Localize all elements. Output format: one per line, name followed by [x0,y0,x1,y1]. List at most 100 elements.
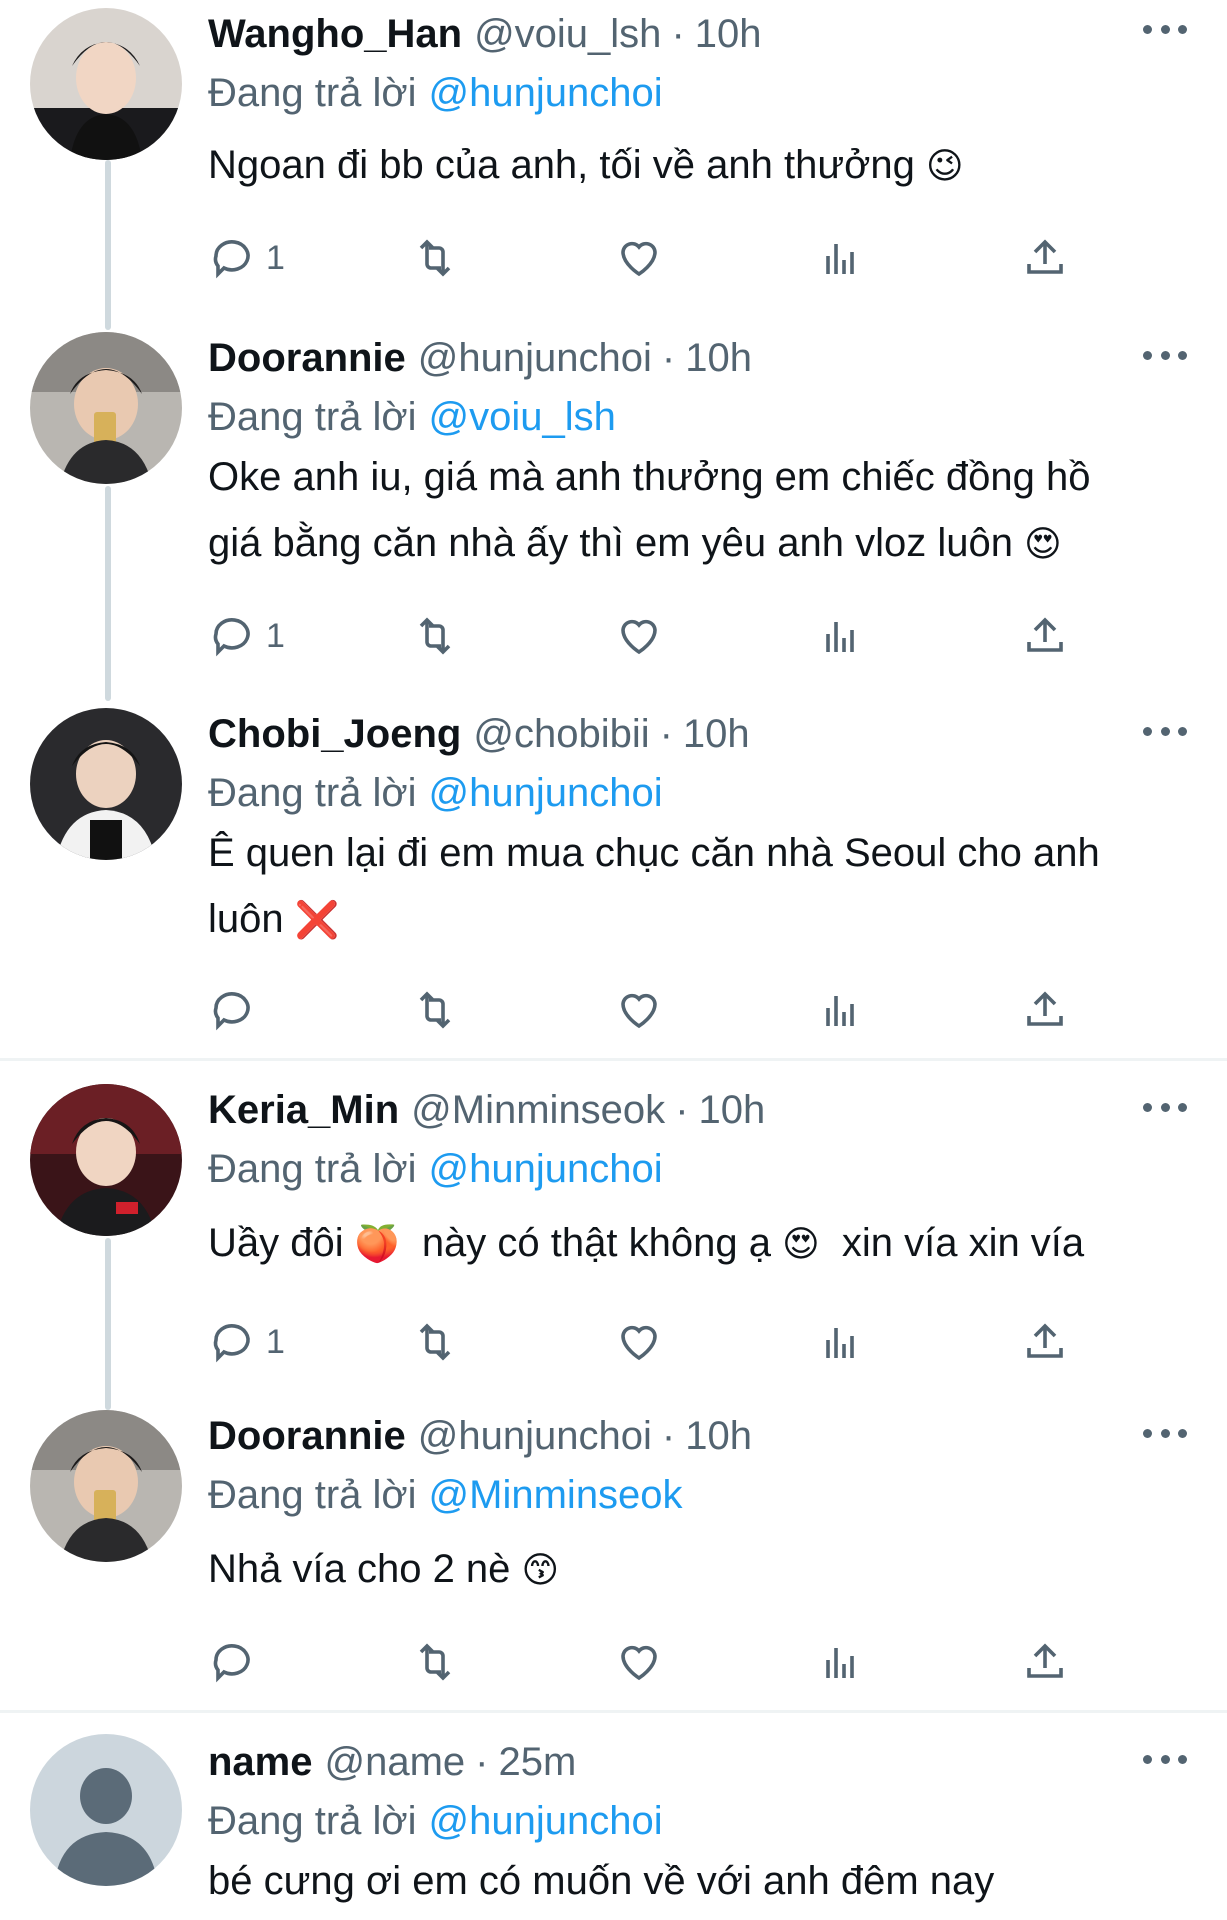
user-handle[interactable]: @hunjunchoi [418,1414,652,1459]
display-name[interactable]: Keria_Min [208,1088,399,1133]
more-icon[interactable] [1143,1418,1187,1448]
tweet[interactable]: Wangho_Han @voiu_lsh · 10h Đang trả lời @… [0,0,1227,330]
tweet-text-body: luôn [208,897,284,941]
thread-line [105,160,111,330]
reply-context: Đang trả lời @hunjunchoi [208,1142,1187,1196]
avatar[interactable] [30,1084,182,1236]
mention-link[interactable]: @hunjunchoi [429,71,663,115]
display-name[interactable]: Doorannie [208,336,406,381]
avatar[interactable] [30,1410,182,1562]
more-icon[interactable] [1143,716,1187,746]
avatar[interactable] [30,332,182,484]
share-button[interactable] [1021,228,1069,288]
retweet-button[interactable] [411,1632,459,1692]
timestamp[interactable]: 10h [683,712,750,757]
display-name[interactable]: Wangho_Han [208,12,462,57]
reply-button[interactable] [208,1632,266,1692]
retweet-icon [419,1323,451,1361]
reply-label: Đang trả lời [208,71,417,115]
user-handle[interactable]: @name [325,1740,466,1785]
share-button[interactable] [1021,980,1069,1040]
display-name[interactable]: Doorannie [208,1414,406,1459]
more-icon[interactable] [1143,1744,1187,1774]
mention-link[interactable]: @hunjunchoi [429,771,663,815]
share-button[interactable] [1021,606,1069,666]
share-button[interactable] [1021,1632,1069,1692]
mention-link[interactable]: @hunjunchoi [429,1799,663,1843]
views-button[interactable] [818,980,866,1040]
views-button[interactable] [818,1632,866,1692]
tweet-text-body: này có thật không ạ [421,1221,771,1265]
share-button[interactable] [1021,1312,1069,1372]
tweet[interactable]: Doorannie @hunjunchoi · 10h Đang trả lời… [0,1404,1227,1710]
reply-context: Đang trả lời @hunjunchoi [208,1794,1187,1848]
reply-label: Đang trả lời [208,395,417,439]
retweet-button[interactable] [411,228,459,288]
tweet-text-body: Uầy đôi [208,1221,344,1265]
tweet-text-line: Oke anh iu, giá mà anh thưởng em chiếc đ… [208,455,1091,499]
mention-link[interactable]: @voiu_lsh [429,395,616,439]
user-handle[interactable]: @Minminseok [411,1088,665,1133]
reply-button[interactable] [208,980,266,1040]
mention-link[interactable]: @Minminseok [429,1473,683,1517]
views-icon [826,1328,854,1358]
user-handle[interactable]: @voiu_lsh [474,12,661,57]
timestamp[interactable]: 10h [685,1414,752,1459]
tweet[interactable]: name @name · 25m Đang trả lời @hunjunchoi… [0,1730,1227,1920]
like-icon [621,993,657,1029]
tweet-text: bé cưng ơi em có muốn về với anh đêm nay [208,1859,995,1903]
reply-count: 1 [266,238,285,277]
retweet-button[interactable] [411,980,459,1040]
thread-line [105,1238,111,1410]
reply-context: Đang trả lời @voiu_lsh [208,390,1187,444]
user-handle[interactable]: @chobibii [473,712,649,757]
like-button[interactable] [615,606,663,666]
reply-icon [213,240,250,279]
display-name[interactable]: name [208,1740,313,1785]
reply-thread: Wangho_Han @voiu_lsh · 10h Đang trả lời @… [0,0,1227,1920]
separator [0,1058,1227,1061]
like-button[interactable] [615,1312,663,1372]
like-icon [621,1325,657,1361]
tweet[interactable]: Doorannie @hunjunchoi · 10h Đang trả lời… [0,326,1227,701]
views-button[interactable] [818,1312,866,1372]
kissing-face-emoji: 😙 [521,1550,560,1591]
more-icon[interactable] [1143,1092,1187,1122]
heart-eyes-emoji: 😍 [1024,524,1062,565]
retweet-button[interactable] [411,1312,459,1372]
reply-button[interactable]: 1 [208,1312,285,1372]
tweet-text-body: Ngoan đi bb của anh, tối về anh thưởng [208,143,915,187]
tweet[interactable]: Chobi_Joeng @chobibii · 10h Đang trả lời… [0,702,1227,1062]
retweet-button[interactable] [411,606,459,666]
reply-context: Đang trả lời @hunjunchoi [208,766,1187,820]
share-icon [1027,1643,1063,1678]
like-button[interactable] [615,228,663,288]
tweet-text: Oke anh iu, giá mà anh thưởng em chiếc đ… [208,444,1187,578]
mention-link[interactable]: @hunjunchoi [429,1147,663,1191]
avatar[interactable] [30,708,182,860]
display-name[interactable]: Chobi_Joeng [208,712,461,757]
views-button[interactable] [818,606,866,666]
like-button[interactable] [615,1632,663,1692]
views-icon [826,1648,854,1678]
reply-button[interactable]: 1 [208,606,285,666]
thread-line [105,486,111,701]
reply-icon [213,1644,250,1683]
more-icon[interactable] [1143,14,1187,44]
cross-mark-emoji: ❌ [294,900,340,941]
views-icon [826,996,854,1026]
default-avatar[interactable] [30,1734,182,1886]
reply-label: Đang trả lời [208,1147,417,1191]
reply-button[interactable]: 1 [208,228,285,288]
avatar[interactable] [30,8,182,160]
views-button[interactable] [818,228,866,288]
timestamp[interactable]: 10h [685,336,752,381]
timestamp[interactable]: 10h [699,1088,766,1133]
like-button[interactable] [615,980,663,1040]
timestamp[interactable]: 10h [695,12,762,57]
user-handle[interactable]: @hunjunchoi [418,336,652,381]
tweet[interactable]: Keria_Min @Minminseok · 10h Đang trả lời… [0,1078,1227,1410]
more-icon[interactable] [1143,340,1187,370]
timestamp[interactable]: 25m [499,1740,577,1785]
views-icon [826,622,854,652]
